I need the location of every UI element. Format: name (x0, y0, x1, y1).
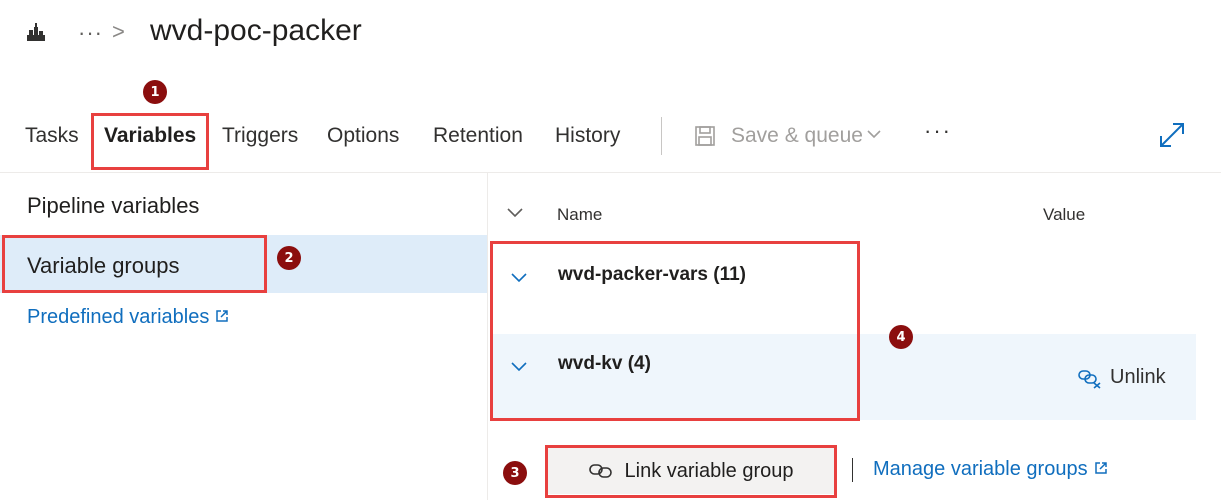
predefined-variables-link[interactable]: Predefined variables (27, 306, 229, 329)
highlight-link-button (545, 445, 837, 498)
breadcrumb-separator: > (112, 19, 125, 44)
chevron-down-icon[interactable] (866, 126, 882, 142)
more-actions-button[interactable]: ··· (924, 118, 952, 144)
save-queue-button[interactable]: Save & queue (731, 124, 863, 148)
unlink-label: Unlink (1110, 366, 1166, 388)
highlight-variables-tab (91, 113, 209, 170)
save-icon (695, 126, 715, 146)
tab-triggers[interactable]: Triggers (222, 124, 298, 148)
nav-item-pipeline-variables[interactable]: Pipeline variables (27, 193, 199, 219)
annotation-badge-1: 1 (143, 80, 167, 104)
unlink-icon (1078, 369, 1101, 389)
predefined-variables-label: Predefined variables (27, 306, 210, 328)
highlight-variable-groups (2, 235, 267, 293)
breadcrumb-more[interactable]: ··· (78, 20, 103, 46)
manage-variable-groups-label: Manage variable groups (873, 458, 1088, 480)
annotation-badge-4: 4 (889, 325, 913, 349)
expand-icon[interactable] (1158, 121, 1186, 149)
pipeline-icon (27, 23, 45, 41)
highlight-linked-groups (490, 241, 860, 421)
column-header-name: Name (557, 205, 603, 224)
collapse-all-icon[interactable] (505, 205, 525, 221)
action-separator (852, 458, 853, 482)
tab-tasks[interactable]: Tasks (25, 124, 79, 148)
panel-divider (487, 173, 488, 500)
external-link-icon (216, 310, 229, 322)
column-header-value: Value (1043, 205, 1086, 224)
tab-history[interactable]: History (555, 124, 620, 148)
annotation-badge-3: 3 (503, 461, 527, 485)
tab-options[interactable]: Options (327, 124, 399, 148)
header-divider (0, 172, 1221, 173)
manage-variable-groups-link[interactable]: Manage variable groups (873, 458, 1108, 481)
page-title: wvd-poc-packer (150, 14, 362, 47)
tab-retention[interactable]: Retention (433, 124, 523, 148)
annotation-badge-2: 2 (277, 246, 301, 270)
unlink-button[interactable]: Unlink (1078, 366, 1166, 389)
toolbar-divider (661, 117, 662, 155)
external-link-icon (1094, 462, 1107, 474)
